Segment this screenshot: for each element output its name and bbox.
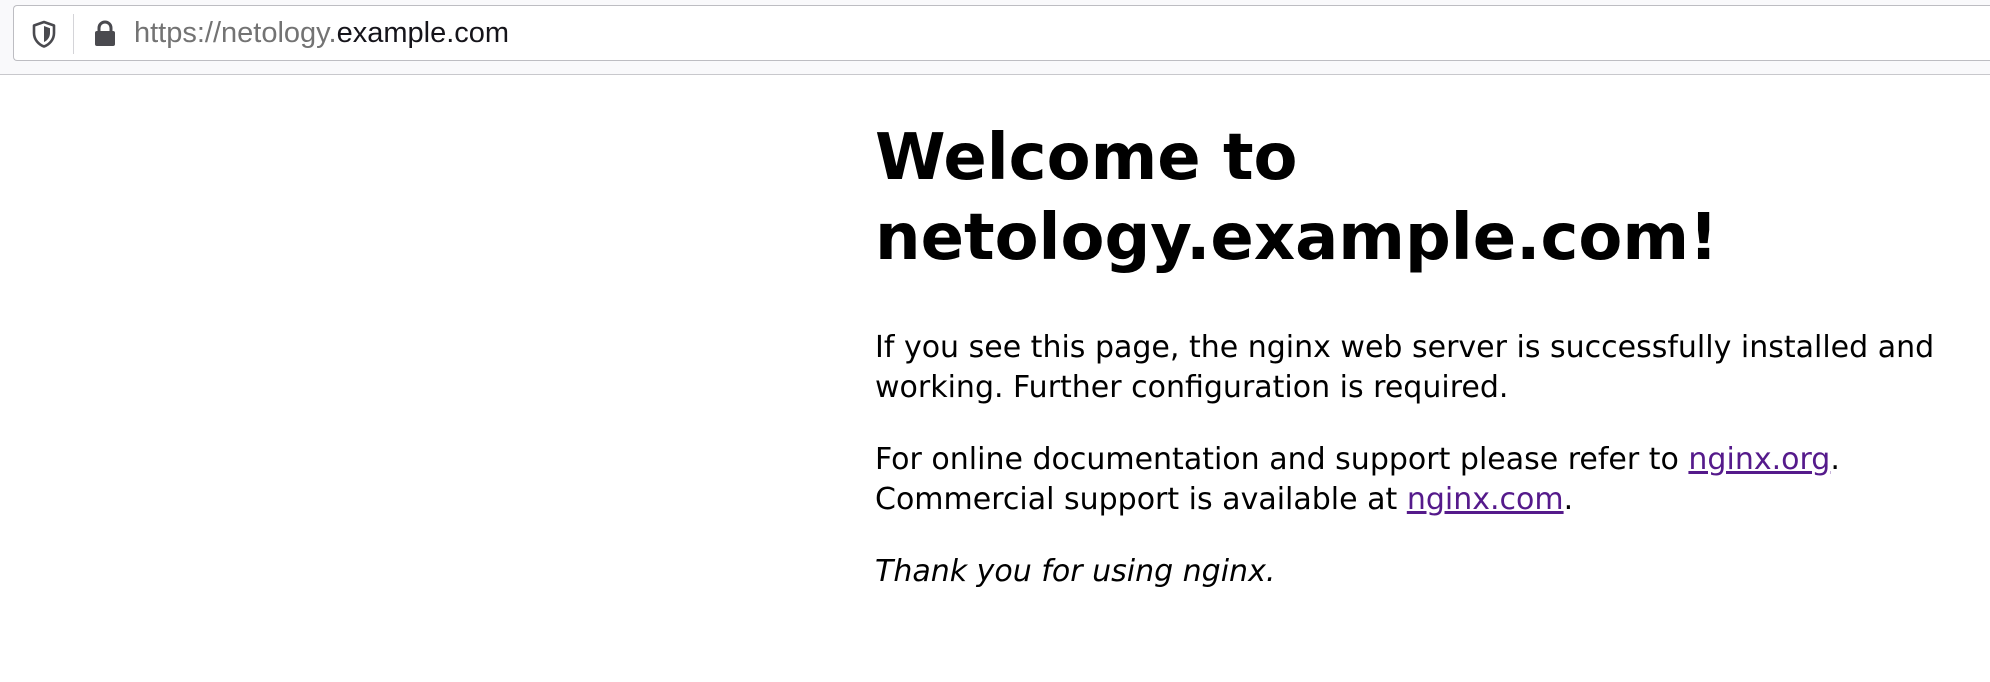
thanks-text: Thank you for using nginx. xyxy=(875,554,1276,589)
address-bar[interactable]: https://netology.example.com xyxy=(13,5,1990,61)
url-domain: example.com xyxy=(336,17,510,49)
commercial-support-text: Commercial support is available at xyxy=(875,482,1407,517)
documentation-paragraph: For online documentation and support ple… xyxy=(875,440,1985,520)
url-divider xyxy=(73,14,74,54)
page-heading: Welcome to netology.example.com! xyxy=(875,121,1719,275)
nginx-com-link[interactable]: nginx.com xyxy=(1407,482,1564,517)
docs-text: For online documentation and support ple… xyxy=(875,442,1689,477)
intro-paragraph: If you see this page, the nginx web serv… xyxy=(875,330,1935,405)
docs-period: . xyxy=(1830,442,1840,477)
url-prefix: https://netology. xyxy=(134,17,337,49)
shield-icon[interactable] xyxy=(29,19,59,49)
url-text[interactable]: https://netology.example.com xyxy=(134,6,509,60)
nginx-org-link[interactable]: nginx.org xyxy=(1688,442,1830,477)
page-content: Welcome to netology.example.com! If you … xyxy=(875,118,1985,592)
commercial-period: . xyxy=(1563,482,1574,517)
browser-toolbar: https://netology.example.com xyxy=(0,0,1990,75)
lock-icon[interactable] xyxy=(90,18,120,50)
